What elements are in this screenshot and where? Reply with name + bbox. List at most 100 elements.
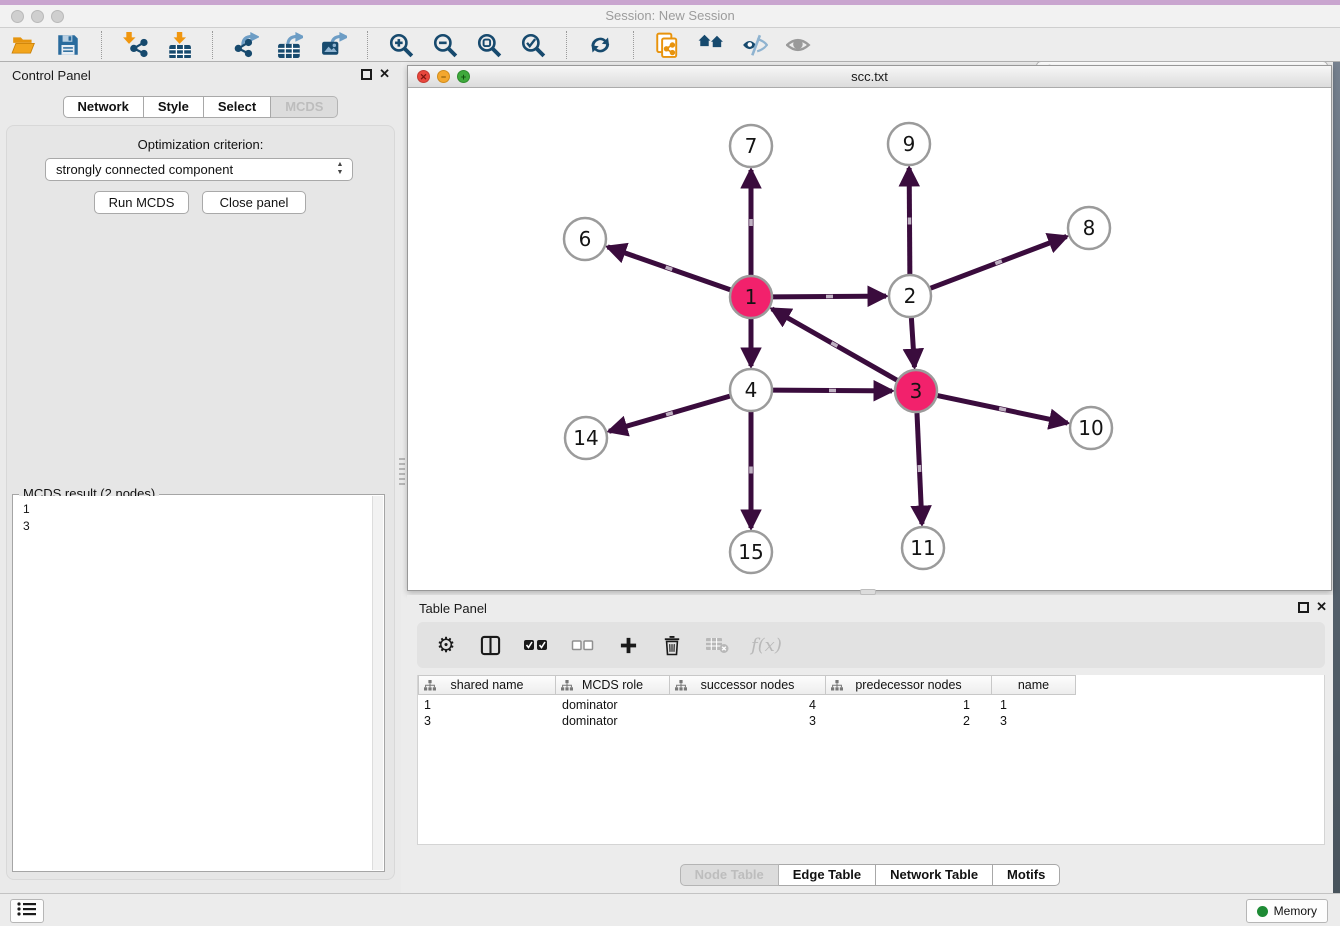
table-cell[interactable]: 4 xyxy=(670,697,826,713)
column-scope-icon xyxy=(831,680,843,691)
mcds-result-group: MCDS result (2 nodes) 13 xyxy=(12,494,385,872)
desktop-background-sliver xyxy=(1333,62,1340,926)
refresh-layout-button[interactable] xyxy=(586,31,614,59)
deselect-all-button[interactable] xyxy=(571,632,595,658)
memory-button[interactable]: Memory xyxy=(1246,899,1328,923)
column-header-successor-nodes[interactable]: successor nodes xyxy=(670,675,826,695)
home-icon xyxy=(698,32,724,58)
edge-handle[interactable] xyxy=(749,467,753,474)
import-table-button[interactable] xyxy=(165,31,193,59)
graph-node-label-1: 1 xyxy=(745,285,758,309)
edge-handle[interactable] xyxy=(826,295,833,299)
float-table-panel-icon[interactable] xyxy=(1298,602,1309,613)
graph-node-label-8: 8 xyxy=(1083,216,1096,240)
dropdown-stepper-icon: ▲▼ xyxy=(334,161,346,177)
table-row[interactable]: 1dominator411 xyxy=(418,697,1076,713)
run-mcds-button[interactable]: Run MCDS xyxy=(94,191,189,214)
export-image-icon xyxy=(321,32,347,58)
mcds-result-text[interactable]: 13 xyxy=(14,496,372,870)
control-tab-style[interactable]: Style xyxy=(144,96,204,118)
select-all-button[interactable] xyxy=(523,632,549,658)
main-toolbar xyxy=(0,28,1340,62)
edge-handle[interactable] xyxy=(749,219,753,226)
table-cell[interactable]: dominator xyxy=(556,697,670,713)
add-row-button[interactable] xyxy=(617,632,639,658)
zoom-in-button[interactable] xyxy=(387,31,415,59)
table-tab-network-table[interactable]: Network Table xyxy=(876,864,993,886)
table-cell[interactable]: 1 xyxy=(826,697,992,713)
column-header-shared-name[interactable]: shared name xyxy=(418,675,556,695)
task-history-button[interactable] xyxy=(10,899,44,923)
node-table[interactable]: shared nameMCDS rolesuccessor nodesprede… xyxy=(417,675,1325,845)
list-icon xyxy=(16,900,38,923)
table-tab-motifs[interactable]: Motifs xyxy=(993,864,1060,886)
graph-node-label-2: 2 xyxy=(904,284,917,308)
clone-network-button[interactable] xyxy=(653,31,681,59)
save-session-button[interactable] xyxy=(54,31,82,59)
show-details-icon xyxy=(786,32,812,58)
mcds-result-scrollbar[interactable] xyxy=(372,496,383,870)
edge-handle[interactable] xyxy=(908,217,912,224)
memory-label: Memory xyxy=(1274,904,1317,918)
column-header-predecessor-nodes[interactable]: predecessor nodes xyxy=(826,675,992,695)
table-toolbar: ⚙ f(x) xyxy=(417,622,1325,668)
table-cell[interactable]: dominator xyxy=(556,713,670,729)
zoom-out-button[interactable] xyxy=(431,31,459,59)
open-session-button[interactable] xyxy=(10,31,38,59)
control-tab-network[interactable]: Network xyxy=(63,96,144,118)
memory-status-icon xyxy=(1257,906,1268,917)
zoom-fit-button[interactable] xyxy=(475,31,503,59)
zoom-selected-button[interactable] xyxy=(519,31,547,59)
edge-handle[interactable] xyxy=(829,389,836,393)
hide-details-button[interactable] xyxy=(741,31,769,59)
close-panel-button[interactable]: Close panel xyxy=(202,191,306,214)
table-row[interactable]: 3dominator323 xyxy=(418,713,1076,729)
criterion-dropdown[interactable]: strongly connected component ▲▼ xyxy=(45,158,353,181)
network-canvas[interactable]: 7968124314101511 xyxy=(408,88,1331,590)
app-titlebar: Session: New Session xyxy=(0,5,1340,28)
control-panel-tabs: NetworkStyleSelectMCDS xyxy=(0,96,401,118)
import-network-icon xyxy=(122,32,148,58)
control-tab-mcds[interactable]: MCDS xyxy=(271,96,338,118)
graph-node-label-10: 10 xyxy=(1078,416,1103,440)
control-panel-title: Control Panel xyxy=(12,68,91,83)
columns-button[interactable] xyxy=(479,632,501,658)
delete-row-button[interactable] xyxy=(661,632,683,658)
zoom-selected-icon xyxy=(520,32,546,58)
table-panel-header: Table Panel ✕ xyxy=(407,595,1333,621)
status-bar: Memory xyxy=(0,893,1340,926)
table-cell[interactable]: 3 xyxy=(992,713,1076,729)
apply-function-button: f(x) xyxy=(751,632,782,658)
table-cell[interactable]: 3 xyxy=(670,713,826,729)
column-scope-icon xyxy=(675,680,687,691)
table-tab-node-table[interactable]: Node Table xyxy=(680,864,779,886)
close-panel-icon[interactable]: ✕ xyxy=(379,66,390,82)
export-image-button[interactable] xyxy=(320,31,348,59)
export-network-button[interactable] xyxy=(232,31,260,59)
hide-details-icon xyxy=(742,32,768,58)
close-table-panel-icon[interactable]: ✕ xyxy=(1316,599,1327,615)
graph-node-label-4: 4 xyxy=(745,378,758,402)
vertical-splitter-handle[interactable] xyxy=(399,458,405,488)
column-header-MCDS-role[interactable]: MCDS role xyxy=(556,675,670,695)
column-header-name[interactable]: name xyxy=(992,675,1076,695)
float-panel-icon[interactable] xyxy=(361,69,372,80)
table-cell[interactable]: 1 xyxy=(418,697,556,713)
table-cell[interactable]: 3 xyxy=(418,713,556,729)
graph-node-label-15: 15 xyxy=(738,540,763,564)
table-cell[interactable]: 2 xyxy=(826,713,992,729)
graph-node-label-7: 7 xyxy=(745,134,758,158)
home-button[interactable] xyxy=(697,31,725,59)
export-table-button[interactable] xyxy=(276,31,304,59)
network-window-titlebar[interactable]: ✕ − + scc.txt xyxy=(408,66,1331,88)
graph-edge-2-3[interactable] xyxy=(911,318,914,367)
network-view-window: ✕ − + scc.txt 7968124314101511 xyxy=(407,65,1332,591)
table-tab-edge-table[interactable]: Edge Table xyxy=(779,864,876,886)
table-cell[interactable]: 1 xyxy=(992,697,1076,713)
edge-handle[interactable] xyxy=(918,465,922,472)
import-network-button[interactable] xyxy=(121,31,149,59)
control-tab-select[interactable]: Select xyxy=(204,96,271,118)
settings-button[interactable]: ⚙ xyxy=(435,632,457,658)
show-details-button[interactable] xyxy=(785,31,813,59)
toolbar-separator xyxy=(566,31,567,59)
